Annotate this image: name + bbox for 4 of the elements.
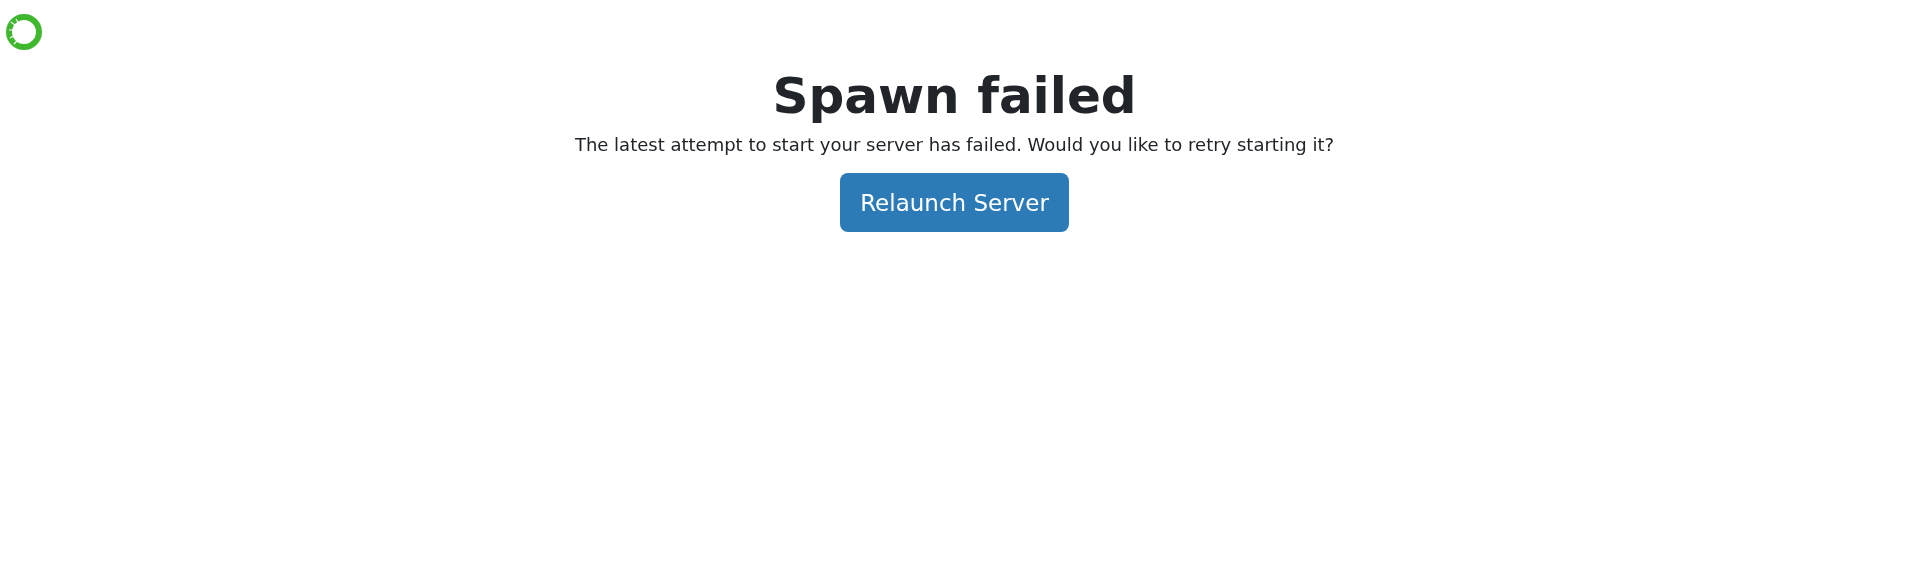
page-title: Spawn failed: [772, 66, 1137, 126]
relaunch-button[interactable]: Relaunch Server: [840, 173, 1069, 232]
logo-icon: [4, 12, 44, 52]
error-message: The latest attempt to start your server has failed. Would you like to retry starting it?: [574, 134, 1335, 155]
